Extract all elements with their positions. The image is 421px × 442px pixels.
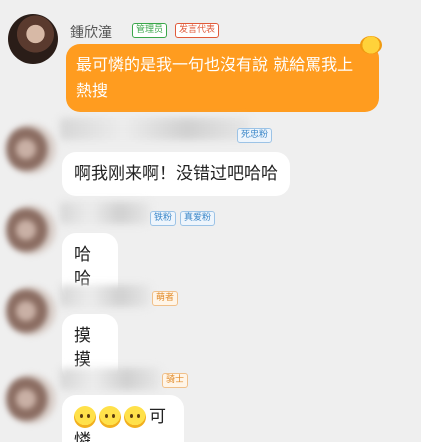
message-bubble[interactable]: 啊我刚来啊！没错过吧哈哈 [62, 152, 290, 196]
speaker-badge: 发言代表 [175, 23, 220, 38]
avatar[interactable] [6, 205, 56, 255]
true-love-fan-badge: 真爱粉 [180, 211, 216, 226]
message-bubble[interactable]: 最可憐的是我一句也沒有說 就給罵我上熱搜 [66, 44, 379, 112]
username-blurred [60, 118, 250, 140]
username-blurred [60, 368, 160, 390]
admin-badge: 管理员 [132, 23, 168, 38]
avatar[interactable] [8, 14, 58, 64]
avatar[interactable] [6, 286, 56, 336]
level-badge: 萌者 [152, 291, 179, 306]
pleading-face-icon [99, 406, 121, 428]
username-blurred [60, 285, 150, 307]
message-bubble[interactable]: 可憐 [62, 395, 184, 442]
avatar[interactable] [6, 374, 56, 424]
username[interactable]: 鍾欣潼 [70, 22, 112, 42]
pleading-face-icon [74, 406, 96, 428]
iron-fan-badge: 铁粉 [150, 211, 177, 226]
pleading-face-icon [124, 406, 146, 428]
fan-badge: 死忠粉 [237, 128, 273, 143]
smile-icon [360, 36, 382, 54]
avatar[interactable] [6, 124, 56, 174]
username-blurred [60, 202, 150, 224]
knight-badge: 骑士 [162, 373, 189, 388]
